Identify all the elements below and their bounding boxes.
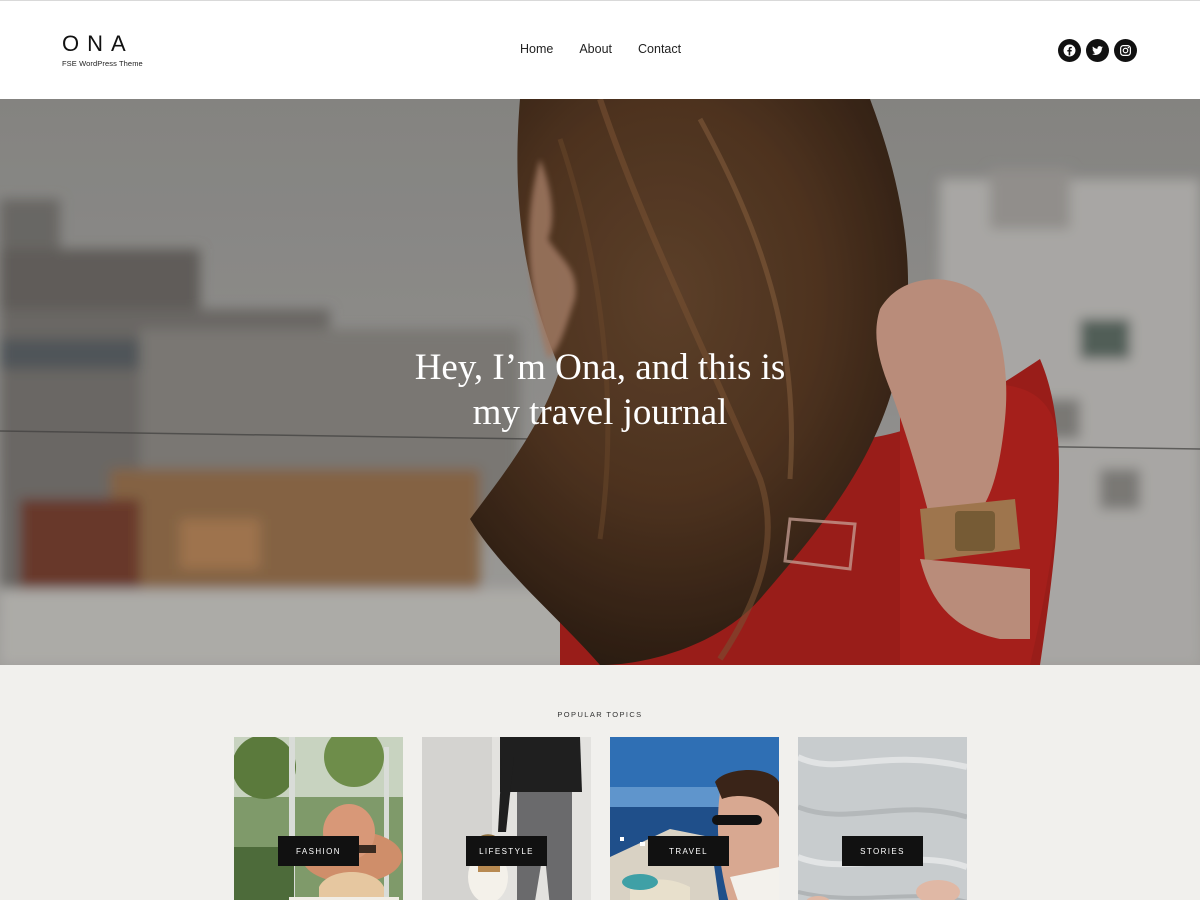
- travel-image: [610, 737, 779, 900]
- site-title[interactable]: ONA: [62, 31, 143, 57]
- site-logo[interactable]: ONA FSE WordPress Theme: [62, 31, 143, 68]
- lifestyle-image: [422, 737, 591, 900]
- fashion-image: [234, 737, 403, 900]
- social-links: [1058, 39, 1137, 62]
- nav-item-about[interactable]: About: [579, 42, 612, 56]
- main-navigation: Home About Contact: [520, 42, 681, 56]
- site-header: ONA FSE WordPress Theme Home About Conta…: [0, 0, 1200, 99]
- topic-card-stories[interactable]: STORIES: [798, 737, 967, 900]
- topic-card-travel[interactable]: TRAVEL: [610, 737, 779, 900]
- topic-label-fashion[interactable]: FASHION: [278, 836, 359, 866]
- topic-label-lifestyle[interactable]: LIFESTYLE: [466, 836, 547, 866]
- hero-heading-line-1: Hey, I’m Ona, and this is: [414, 347, 786, 388]
- topic-card-lifestyle[interactable]: LIFESTYLE: [422, 737, 591, 900]
- twitter-icon[interactable]: [1086, 39, 1109, 62]
- topic-label-stories[interactable]: STORIES: [842, 836, 923, 866]
- hero-heading-line-2: my travel journal: [472, 392, 728, 433]
- hero-heading: Hey, I’m Ona, and this is my travel jour…: [0, 345, 1200, 435]
- facebook-icon[interactable]: [1058, 39, 1081, 62]
- topic-card-fashion[interactable]: FASHION: [234, 737, 403, 900]
- hero-section: Hey, I’m Ona, and this is my travel jour…: [0, 99, 1200, 665]
- topic-cards: FASHION LIFESTYLE TRAVEL STORIES: [234, 737, 967, 900]
- topic-label-travel[interactable]: TRAVEL: [648, 836, 729, 866]
- popular-topics-section: POPULAR TOPICS FASHION LIFESTYLE TRAVEL …: [0, 665, 1200, 900]
- nav-item-contact[interactable]: Contact: [638, 42, 681, 56]
- popular-topics-heading: POPULAR TOPICS: [557, 710, 643, 719]
- site-tagline: FSE WordPress Theme: [62, 59, 143, 68]
- nav-item-home[interactable]: Home: [520, 42, 553, 56]
- instagram-icon[interactable]: [1114, 39, 1137, 62]
- stories-image: [798, 737, 967, 900]
